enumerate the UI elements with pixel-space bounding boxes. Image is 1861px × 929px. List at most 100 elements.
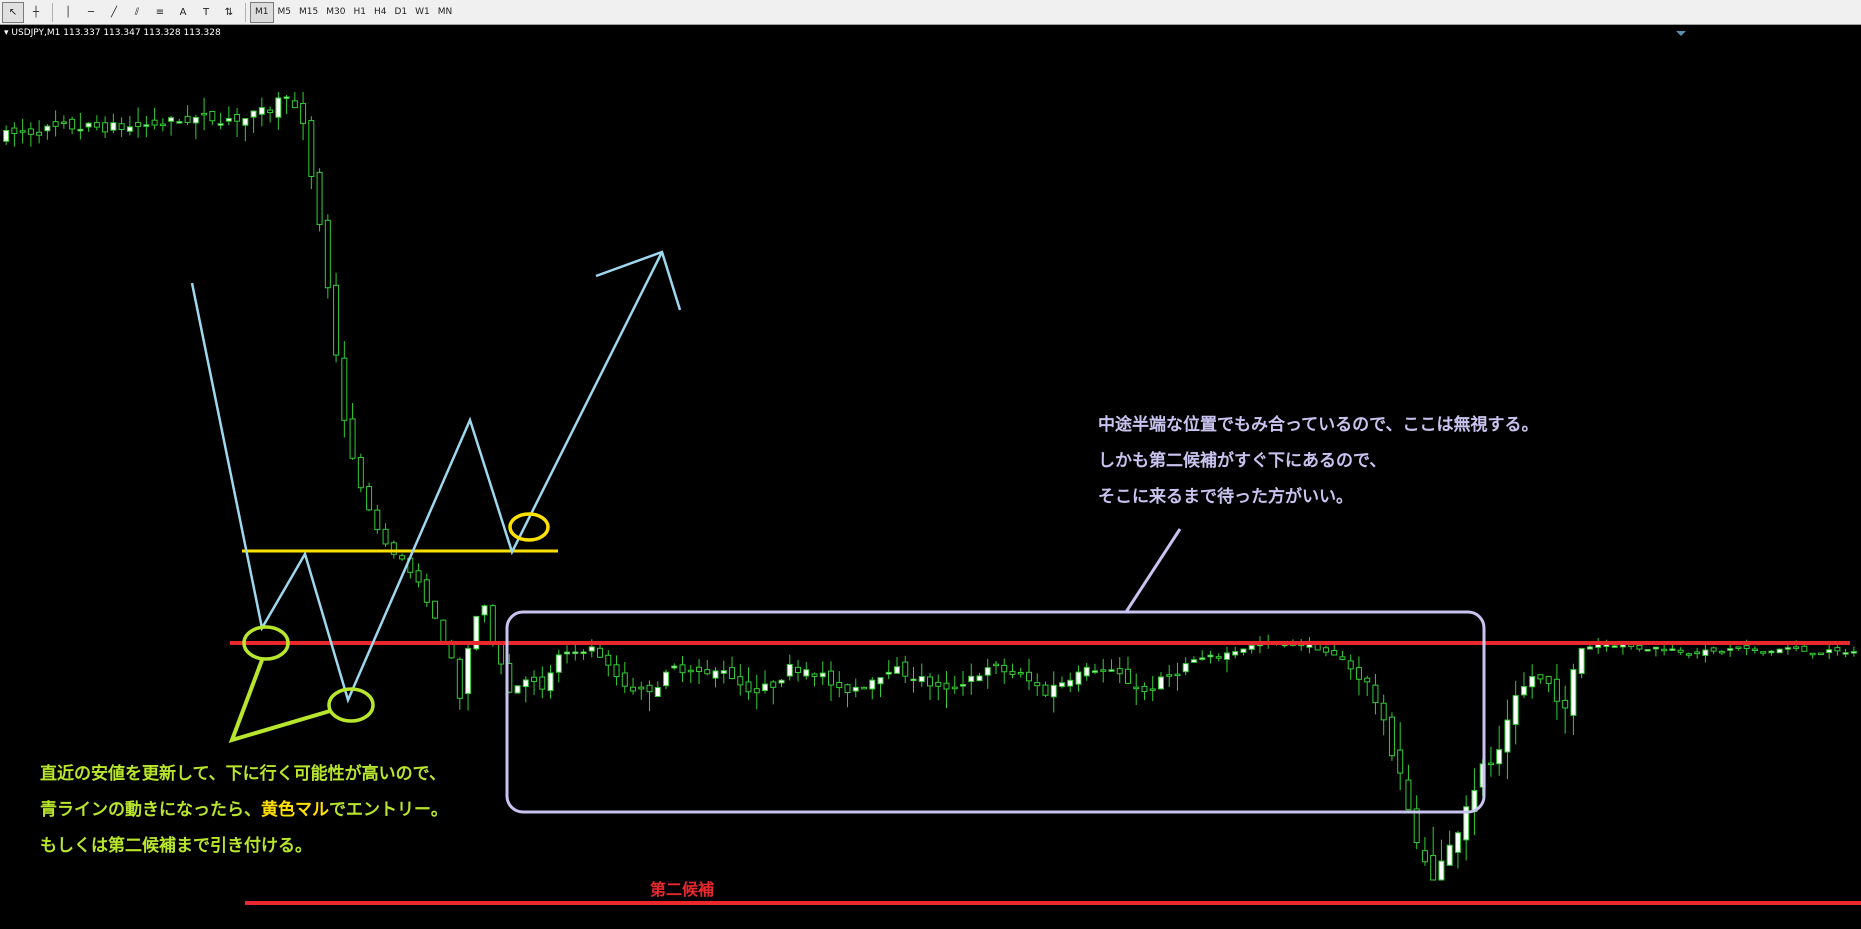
bear-candle [151, 119, 158, 126]
bear-candle [935, 681, 942, 687]
bear-candle [836, 681, 843, 689]
timeframe-h4-button[interactable]: H4 [370, 2, 391, 23]
timeframe-mn-button[interactable]: MN [434, 2, 457, 23]
bear-candle [687, 669, 694, 673]
bear-candle [1100, 669, 1107, 672]
scenario-path-blue [190, 251, 664, 704]
bear-candle [1430, 854, 1437, 881]
bull-candle [110, 122, 117, 131]
timeframe-m1-button[interactable]: M1 [250, 1, 274, 23]
bull-candle [1454, 832, 1461, 853]
bear-candle [646, 684, 653, 693]
bear-candle [1339, 656, 1346, 660]
bull-candle [250, 110, 257, 118]
bull-candle [1644, 648, 1651, 652]
bear-candle [456, 658, 463, 699]
note-left-line2-pre: 青ラインの動きになったら、 [40, 800, 261, 820]
range-note-right: 中途半端な位置でもみ合っているので、ここは無視する。 しかも第二候補がすぐ下にあ… [1098, 407, 1538, 515]
bear-candle [1116, 668, 1123, 675]
bear-candle [1809, 652, 1816, 656]
bull-candle [1570, 669, 1577, 716]
bear-candle [93, 122, 100, 128]
bull-candle [1776, 648, 1783, 654]
bear-candle [605, 654, 612, 666]
bear-candle [440, 619, 447, 643]
bear-candle [1760, 651, 1767, 654]
bull-candle [1850, 651, 1857, 654]
bear-candle [415, 570, 422, 583]
bear-candle [795, 666, 802, 674]
timeframe-h1-button[interactable]: H1 [349, 2, 370, 23]
bull-candle [1652, 646, 1659, 650]
bull-candle [968, 675, 975, 683]
bear-candle [1331, 650, 1338, 656]
bear-candle [1372, 684, 1379, 704]
note-left-line2: 青ラインの動きになったら、黄色マルでエントリー。 [40, 792, 448, 828]
bull-candle [77, 128, 84, 132]
bear-candle [498, 642, 505, 665]
text-icon[interactable]: A [172, 2, 194, 23]
bear-candle [201, 112, 208, 116]
bull-candle [1091, 670, 1098, 673]
bull-candle [572, 651, 579, 655]
bull-candle [1182, 663, 1189, 673]
bear-candle [432, 600, 439, 619]
bear-candle [366, 485, 373, 511]
bear-candle [19, 130, 26, 133]
bear-candle [1793, 646, 1800, 649]
channel-icon[interactable]: ⫽ [126, 2, 148, 23]
bear-candle [1537, 674, 1544, 680]
bull-candle [976, 675, 983, 682]
bear-candle [1397, 749, 1404, 774]
bull-candle [225, 118, 232, 122]
note-left-line3: もしくは第二候補まで引き付ける。 [40, 836, 312, 856]
text-label-icon[interactable]: T [195, 2, 217, 23]
strategy-note-left: 直近の安値を更新して、下に行く可能性が高いので、 青ラインの動きになったら、黄色… [40, 756, 448, 864]
bear-candle [1817, 652, 1824, 656]
bull-candle [654, 687, 661, 697]
bull-candle [1083, 666, 1090, 677]
bear-candle [1553, 678, 1560, 702]
arrows-icon[interactable]: ⇅ [218, 2, 240, 23]
bear-candle [943, 682, 950, 690]
bull-candle [143, 124, 150, 127]
timeframe-m30-button[interactable]: M30 [322, 2, 349, 23]
timeframe-m5-button[interactable]: M5 [274, 2, 296, 23]
timeframe-w1-button[interactable]: W1 [411, 2, 434, 23]
bear-candle [489, 605, 496, 643]
bear-candle [1009, 671, 1016, 675]
crosshair-icon[interactable]: ┼ [25, 2, 47, 23]
bull-candle [1578, 647, 1585, 675]
toolbar-separator [245, 2, 246, 22]
bull-candle [481, 605, 488, 616]
bear-candle [613, 664, 620, 678]
bear-candle [1034, 682, 1041, 687]
window-marker-icon [1676, 31, 1686, 36]
cursor-icon[interactable]: ↖ [2, 1, 24, 23]
trendline-icon[interactable]: ╱ [103, 2, 125, 23]
bear-candle [1215, 656, 1222, 659]
bear-candle [27, 128, 34, 135]
bull-candle [1058, 682, 1065, 687]
timeframe-m15-button[interactable]: M15 [295, 2, 322, 23]
bull-candle [3, 129, 10, 142]
bear-candle [696, 666, 703, 673]
vertical-line-icon[interactable]: │ [57, 2, 79, 23]
bear-candle [118, 123, 125, 130]
fibonacci-icon[interactable]: ≡ [149, 2, 171, 23]
bull-candle [283, 96, 290, 99]
bull-candle [588, 646, 595, 652]
horizontal-line-icon[interactable]: ─ [80, 2, 102, 23]
bear-candle [184, 115, 191, 123]
bull-candle [1727, 648, 1734, 651]
timeframe-d1-button[interactable]: D1 [390, 2, 411, 23]
note-right-line2: しかも第二候補がすぐ下にあるので、 [1098, 451, 1387, 471]
bear-candle [1801, 645, 1808, 652]
bull-candle [1826, 649, 1833, 654]
bear-candle [1124, 668, 1131, 684]
bear-candle [621, 672, 628, 687]
bull-candle [852, 686, 859, 692]
bull-candle [712, 670, 719, 679]
second-candidate-label: 第二候補 [650, 880, 715, 899]
bull-candle [1199, 657, 1206, 660]
